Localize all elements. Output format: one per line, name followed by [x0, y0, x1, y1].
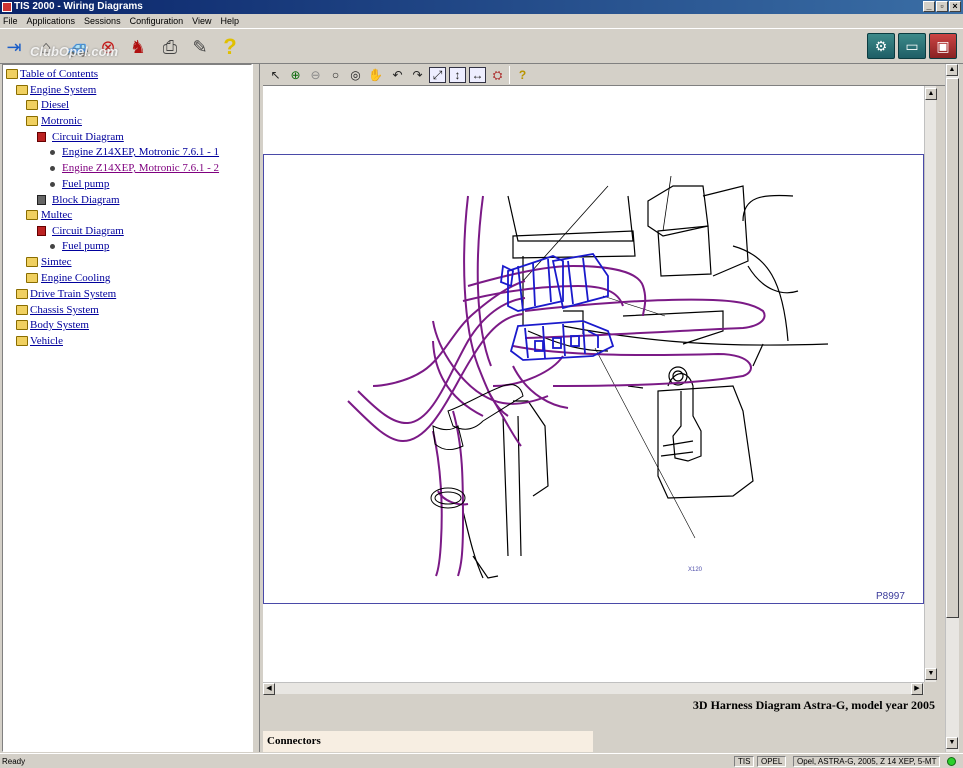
- tree-item-vehicle[interactable]: Vehicle: [30, 334, 63, 348]
- exit-icon[interactable]: ⇥: [2, 36, 26, 58]
- person-icon[interactable]: ♞: [126, 36, 150, 58]
- scroll-left-button[interactable]: ◀: [263, 683, 275, 695]
- menu-configuration[interactable]: Configuration: [130, 16, 184, 26]
- status-ready: Ready: [2, 757, 26, 766]
- service-car-icon[interactable]: ⚙: [867, 33, 895, 59]
- highlight-icon[interactable]: ⛭: [489, 67, 506, 83]
- menu-help[interactable]: Help: [220, 16, 239, 26]
- folder-icon: [16, 336, 28, 346]
- connection-status-icon: [947, 757, 956, 766]
- status-make: OPEL: [757, 756, 787, 767]
- scroll-right-button[interactable]: ▶: [911, 683, 923, 695]
- fit-page-icon[interactable]: ⤢: [429, 67, 446, 83]
- zoom-out-icon[interactable]: ⊖: [307, 67, 324, 83]
- tree-item-motronic[interactable]: Motronic: [41, 114, 82, 128]
- content-vertical-scrollbar[interactable]: ▲ ▼: [945, 64, 959, 752]
- tree-item-chassis-system[interactable]: Chassis System: [30, 303, 99, 317]
- diagnosis-car-icon[interactable]: ▭: [898, 33, 926, 59]
- tree-item-engine-z14xep-2[interactable]: Engine Z14XEP, Motronic 7.6.1 - 2: [62, 161, 219, 175]
- tree-item-body-system[interactable]: Body System: [30, 318, 89, 332]
- folder-open-icon: [6, 69, 18, 79]
- bullet-icon: [50, 244, 55, 249]
- tree-item-engine-cooling[interactable]: Engine Cooling: [41, 271, 110, 285]
- folder-icon: [16, 320, 28, 330]
- zoom-in-icon[interactable]: ⊕: [287, 67, 304, 83]
- app-icon: [2, 2, 12, 12]
- book-open-icon: [37, 132, 46, 142]
- status-system: TIS: [734, 756, 755, 767]
- folder-icon: [16, 289, 28, 299]
- main-toolbar: ⇥ ⌂ 🚙 ⊗ ♞ ⎙ ✎ ?: [0, 28, 963, 64]
- scroll-down-button[interactable]: ▼: [925, 668, 937, 680]
- bullet-icon: [50, 150, 55, 155]
- folder-icon: [26, 100, 38, 110]
- maximize-button[interactable]: ▫: [936, 1, 948, 12]
- folder-open-icon: [26, 210, 38, 220]
- book-open-icon: [37, 226, 46, 236]
- pane-splitter[interactable]: [252, 64, 260, 752]
- diagram-caption: 3D Harness Diagram Astra-G, model year 2…: [692, 698, 935, 712]
- tree-item-engine-z14xep-1[interactable]: Engine Z14XEP, Motronic 7.6.1 - 1: [62, 145, 219, 159]
- tree-item-fuel-pump-multec[interactable]: Fuel pump: [62, 239, 109, 253]
- table-of-contents-pane: Table of Contents Engine System Diesel M…: [2, 64, 252, 752]
- tree-item-simtec[interactable]: Simtec: [41, 255, 72, 269]
- fit-width-icon[interactable]: ↔: [469, 67, 486, 83]
- bullet-icon: [50, 182, 55, 187]
- title-bar: TIS 2000 - Wiring Diagrams _ ▫ ×: [0, 0, 963, 14]
- status-bar: Ready TIS OPEL Opel, ASTRA-G, 2005, Z 14…: [0, 753, 963, 768]
- tree-item-engine-system[interactable]: Engine System: [30, 83, 96, 97]
- tree-item-fuel-pump-motronic[interactable]: Fuel pump: [62, 177, 109, 191]
- tree-item-circuit-diagram-multec[interactable]: Circuit Diagram: [52, 224, 124, 238]
- tree-item-drive-train-system[interactable]: Drive Train System: [30, 287, 116, 301]
- help-icon[interactable]: ?: [218, 36, 242, 58]
- menu-file[interactable]: File: [3, 16, 18, 26]
- scroll-down-button[interactable]: ▼: [946, 737, 958, 749]
- help-icon[interactable]: ?: [514, 67, 531, 83]
- diagram-frame: [263, 154, 924, 604]
- tools-icon[interactable]: ✎: [188, 36, 212, 58]
- menu-bar: File Applications Sessions Configuration…: [0, 14, 963, 28]
- pointer-icon[interactable]: ↖: [267, 67, 284, 83]
- fit-height-icon[interactable]: ↕: [449, 67, 466, 83]
- menu-sessions[interactable]: Sessions: [84, 16, 121, 26]
- minimize-button[interactable]: _: [923, 1, 935, 12]
- diagram-vertical-scrollbar[interactable]: ▲ ▼: [924, 86, 937, 682]
- viewer-toolbar: ↖ ⊕ ⊖ ○ ◎ ✋ ↶ ↷ ⤢ ↕ ↔ ⛭ ?: [263, 64, 945, 86]
- scroll-up-button[interactable]: ▲: [946, 64, 958, 76]
- tree-item-table-of-contents[interactable]: Table of Contents: [20, 67, 98, 81]
- folder-icon: [26, 273, 38, 283]
- folder-open-icon: [26, 116, 38, 126]
- toolbar-separator: [509, 66, 510, 84]
- window-title: TIS 2000 - Wiring Diagrams: [14, 1, 143, 12]
- tree-item-block-diagram[interactable]: Block Diagram: [52, 193, 120, 207]
- folder-open-icon: [16, 85, 28, 95]
- tree-item-multec[interactable]: Multec: [41, 208, 72, 222]
- rotate-right-icon[interactable]: ↷: [409, 67, 426, 83]
- watermark: ClubOpel.com: [30, 44, 119, 59]
- status-vehicle: Opel, ASTRA-G, 2005, Z 14 XEP, 5-MT: [793, 756, 941, 767]
- menu-view[interactable]: View: [192, 16, 211, 26]
- tree-item-circuit-diagram-motronic[interactable]: Circuit Diagram: [52, 130, 124, 144]
- zoom-icon[interactable]: ○: [327, 67, 344, 83]
- pan-icon[interactable]: ✋: [367, 67, 384, 83]
- red-car-icon[interactable]: ▣: [929, 33, 957, 59]
- diagram-horizontal-scrollbar[interactable]: ◀ ▶: [263, 682, 924, 695]
- scroll-up-button[interactable]: ▲: [925, 88, 937, 100]
- connectors-heading: Connectors: [263, 731, 593, 752]
- zoom-area-icon[interactable]: ◎: [347, 67, 364, 83]
- close-button[interactable]: ×: [949, 1, 961, 12]
- book-icon: [37, 195, 46, 205]
- scroll-thumb[interactable]: [946, 78, 959, 618]
- folder-icon: [16, 305, 28, 315]
- folder-icon: [26, 257, 38, 267]
- picture-number: P8997: [876, 591, 905, 602]
- print-icon[interactable]: ⎙: [158, 36, 182, 58]
- rotate-left-icon[interactable]: ↶: [389, 67, 406, 83]
- tree-item-diesel[interactable]: Diesel: [41, 98, 69, 112]
- menu-applications[interactable]: Applications: [27, 16, 76, 26]
- bullet-icon: [50, 166, 55, 171]
